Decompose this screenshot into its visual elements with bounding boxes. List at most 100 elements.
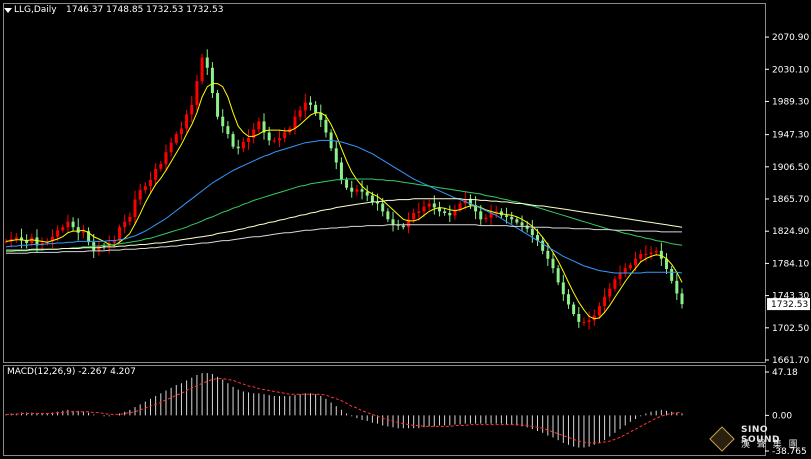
price-tick-label: 1906.50 <box>772 163 809 173</box>
candle-body <box>370 195 374 202</box>
candle-body <box>412 212 416 220</box>
candle-body <box>303 102 307 111</box>
candle-body <box>520 222 524 226</box>
candle-body <box>185 114 189 129</box>
candle-body <box>386 211 390 220</box>
candle-body <box>143 186 147 191</box>
menu-arrow-icon[interactable] <box>4 8 12 13</box>
candle-body <box>272 140 276 142</box>
candle-body <box>231 134 235 147</box>
macd-signal-line <box>6 378 682 444</box>
sino-sound-logo: SINO SOUND 漢 聲 集 團 <box>709 424 805 454</box>
candle-body <box>566 294 570 305</box>
price-plot <box>4 49 684 330</box>
candle-body <box>639 254 643 259</box>
price-tick-label: 2070.90 <box>772 33 809 43</box>
candle-body <box>505 215 509 217</box>
candle-body <box>443 211 447 213</box>
candle-body <box>628 265 632 269</box>
candle-body <box>345 179 349 188</box>
candle-body <box>561 282 565 295</box>
logo-diamond-icon <box>709 426 735 452</box>
candle-body <box>623 268 627 273</box>
candle-body <box>608 288 612 297</box>
price-tick-label: 1784.10 <box>772 259 809 269</box>
ma_long-line <box>6 198 683 251</box>
candle-body <box>174 134 178 143</box>
candle-body <box>597 306 601 316</box>
candle-body <box>649 252 653 255</box>
candle-body <box>324 119 328 133</box>
candle-body <box>283 132 287 139</box>
macd-tick-label: 47.18 <box>772 368 798 378</box>
candle-body <box>603 296 607 307</box>
candle-body <box>267 132 271 141</box>
candle-body <box>432 203 436 208</box>
candle-body <box>179 128 183 135</box>
candle-body <box>484 217 488 220</box>
candle-body <box>226 126 230 135</box>
candle-body <box>133 199 137 217</box>
price-tick-label: 1824.90 <box>772 227 809 237</box>
candle-body <box>308 102 312 105</box>
candle-body <box>298 110 302 117</box>
candle-body <box>479 211 483 220</box>
candle-body <box>659 250 663 259</box>
candle-body <box>205 57 209 68</box>
candle-body <box>350 187 354 192</box>
price-tick-label: 1865.70 <box>772 195 809 205</box>
current-price-label: 1732.53 <box>771 300 808 310</box>
price-tick-label: 1947.30 <box>772 131 809 141</box>
candle-body <box>334 148 338 163</box>
candle-body <box>515 219 519 223</box>
chart-canvas: 2070.90 2030.10 1989.30 1947.30 1906.50 1865.… <box>3 3 810 457</box>
candle-body <box>339 162 343 180</box>
candle-body <box>195 81 199 105</box>
ohlc-values: 1746.37 1748.85 1732.53 1732.53 <box>66 5 224 15</box>
candle-body <box>81 231 85 233</box>
candle-body <box>66 221 70 228</box>
candle-body <box>164 152 168 165</box>
candle-body <box>365 191 369 196</box>
candle-body <box>236 146 240 149</box>
price-tick-label: 2030.10 <box>772 65 809 75</box>
candle-body <box>670 269 674 281</box>
price-tick-label: 1989.30 <box>772 97 809 107</box>
candle-body <box>572 304 576 314</box>
candle-body <box>241 141 245 149</box>
candle-body <box>634 258 638 266</box>
candle-body <box>221 116 225 127</box>
candle-body <box>216 93 220 117</box>
price-panel-border <box>3 3 766 363</box>
candle-body <box>210 67 214 94</box>
candle-body <box>530 228 534 236</box>
candle-body <box>138 190 142 200</box>
candle-body <box>71 221 75 228</box>
candle-body <box>76 227 80 233</box>
candle-body <box>613 279 617 289</box>
candle-body <box>355 189 359 192</box>
price-tick-label: 1661.70 <box>772 356 809 366</box>
candle-body <box>422 206 426 212</box>
candle-body <box>546 250 550 259</box>
candle-body <box>582 321 586 323</box>
candle-body <box>587 320 591 322</box>
candle-body <box>644 254 648 256</box>
candle-body <box>159 164 163 169</box>
ma_fast-line <box>5 83 683 320</box>
candle-body <box>61 227 65 231</box>
candle-body <box>148 179 152 187</box>
price-tick-label: 1702.50 <box>772 324 809 334</box>
candle-body <box>169 142 173 153</box>
candle-body <box>314 104 318 113</box>
candle-body <box>541 240 545 251</box>
candle-body <box>293 116 297 129</box>
macd-label: MACD(12,26,9) -2.267 4.207 <box>7 367 136 377</box>
candle-body <box>360 189 364 192</box>
candle-body <box>154 168 158 180</box>
macd-panel-border <box>3 365 766 456</box>
candle-body <box>128 216 132 222</box>
candle-body <box>427 203 431 207</box>
candle-body <box>277 138 281 141</box>
candle-body <box>200 57 204 82</box>
